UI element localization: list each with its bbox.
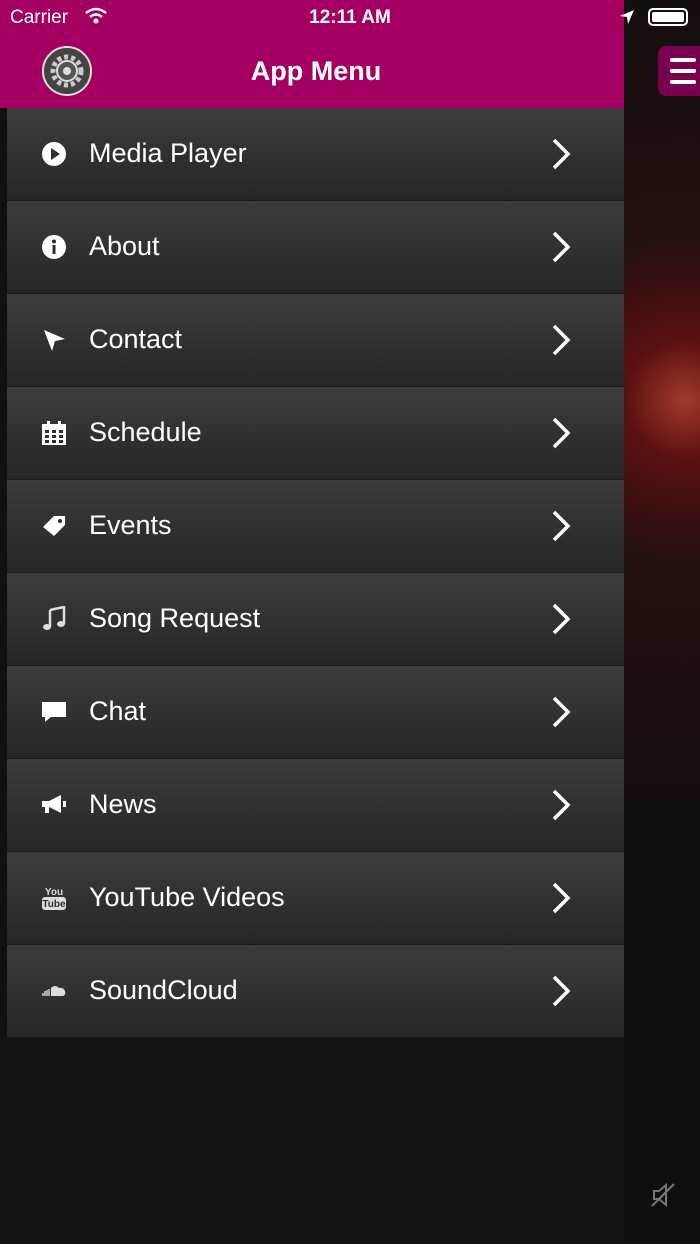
menu-item-schedule[interactable]: Schedule	[7, 387, 624, 480]
svg-text:You: You	[45, 887, 63, 898]
chevron-right-icon	[552, 324, 571, 356]
chevron-right-icon	[552, 789, 571, 821]
location-arrow-icon	[620, 10, 634, 24]
send-icon	[44, 330, 65, 351]
chat-bubble-icon	[42, 702, 66, 722]
menu-item-label: YouTube Videos	[89, 882, 285, 912]
battery-icon	[648, 8, 688, 26]
menu-item-label: Chat	[89, 696, 147, 726]
menu-item-label: Media Player	[89, 138, 247, 168]
menu-item-label: SoundCloud	[89, 975, 238, 1005]
play-icon	[42, 142, 66, 166]
menu-item-contact[interactable]: Contact	[7, 294, 624, 387]
menu-item-label: Schedule	[89, 417, 202, 447]
menu-item-soundcloud[interactable]: SoundCloud	[7, 945, 624, 1038]
info-icon	[42, 235, 66, 259]
chevron-right-icon	[552, 231, 571, 263]
youtube-icon: You Tube	[42, 887, 66, 910]
megaphone-icon	[42, 795, 66, 813]
hamburger-menu-button[interactable]	[658, 46, 700, 96]
menu-item-about[interactable]: About	[7, 201, 624, 294]
menu-item-label: Events	[89, 510, 172, 540]
clock: 12:11 AM	[309, 7, 391, 28]
menu-item-chat[interactable]: Chat	[7, 666, 624, 759]
mute-icon[interactable]	[648, 1180, 678, 1210]
soundcloud-icon	[42, 986, 66, 996]
music-note-icon	[43, 606, 66, 630]
menu-item-media-player[interactable]: Media Player	[7, 108, 624, 201]
chevron-right-icon	[552, 510, 571, 542]
chevron-right-icon	[552, 975, 571, 1007]
chevron-right-icon	[552, 696, 571, 728]
menu-item-label: Song Request	[89, 603, 261, 633]
svg-text:Tube: Tube	[42, 899, 66, 910]
menu-item-label: About	[89, 231, 160, 261]
chevron-right-icon	[552, 882, 571, 914]
menu-item-label: News	[89, 789, 157, 819]
background-content	[624, 0, 700, 1244]
status-bar: Carrier 12:11 AM	[0, 0, 700, 36]
chevron-right-icon	[552, 417, 571, 449]
calendar-icon	[42, 421, 66, 445]
page-title: App Menu	[250, 56, 382, 86]
app-menu: Media Player About Contact Schedule Even…	[7, 108, 624, 1038]
menu-item-song-request[interactable]: Song Request	[7, 573, 624, 666]
menu-item-label: Contact	[89, 324, 183, 354]
chevron-right-icon	[552, 138, 571, 170]
menu-item-youtube-videos[interactable]: You Tube YouTube Videos	[7, 852, 624, 945]
menu-empty-area	[0, 1038, 624, 1244]
menu-item-news[interactable]: News	[7, 759, 624, 852]
ticket-icon	[43, 516, 65, 536]
menu-item-events[interactable]: Events	[7, 480, 624, 573]
chevron-right-icon	[552, 603, 571, 635]
